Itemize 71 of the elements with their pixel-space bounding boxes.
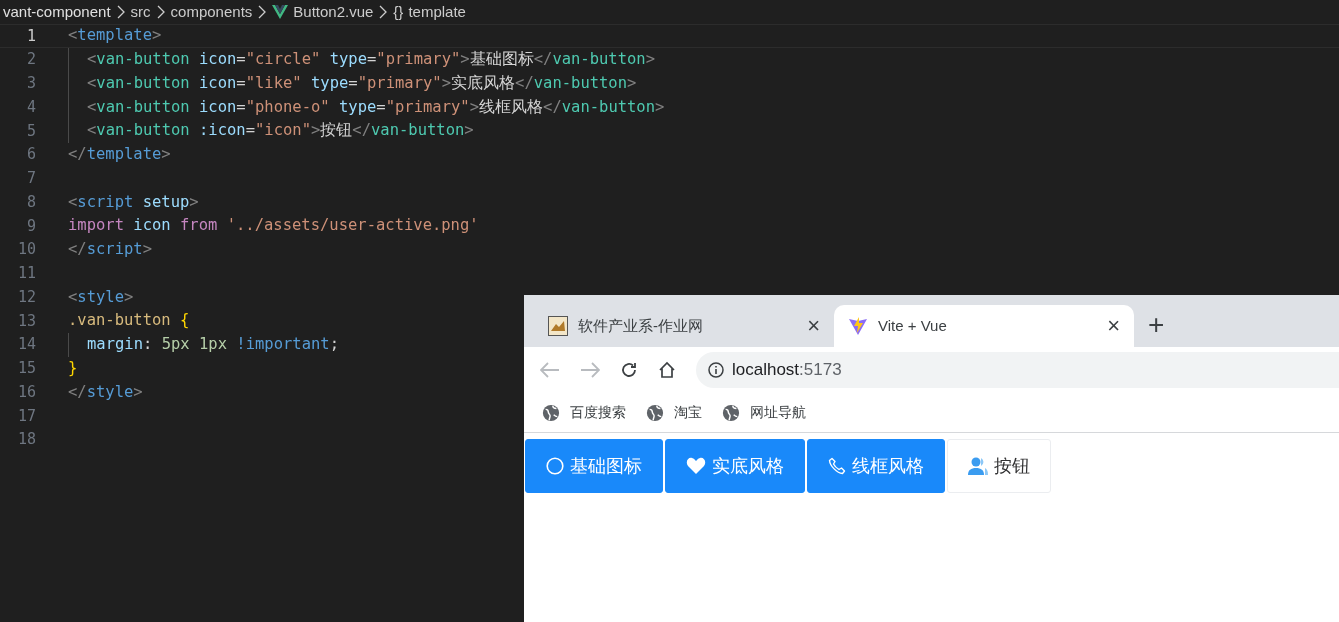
code-line: import icon from '../assets/user-active.png' (68, 215, 479, 237)
line-number: 7 (25, 168, 36, 190)
browser-tab[interactable]: 软件产业系-作业网 × (534, 305, 834, 347)
line-number: 18 (16, 429, 36, 451)
close-button[interactable]: × (807, 315, 820, 337)
circle-icon (546, 457, 564, 475)
bookmark-link[interactable]: 百度搜索 (570, 402, 626, 423)
breadcrumb-item[interactable]: vant-component (3, 0, 111, 24)
globe-icon (542, 403, 560, 422)
line-number: 11 (16, 263, 36, 285)
url-text: localhost:5173 (732, 359, 842, 382)
home-icon[interactable] (658, 361, 676, 379)
icon-button[interactable]: 线框风格 (807, 439, 945, 493)
phone-icon (828, 457, 846, 475)
tab-title: Vite + Vue (878, 315, 948, 336)
line-number: 12 (16, 286, 36, 308)
code-line: <style> (68, 286, 134, 308)
braces-icon: {} (393, 0, 404, 24)
user-icon (968, 457, 988, 475)
line-number: 6 (25, 144, 36, 166)
code-line: </script> (68, 239, 152, 260)
code-line: <van-button icon="circle" type="primary">基础图标</van-button> (68, 47, 656, 72)
code-line: <van-button icon="like" type="primary">实底风格</van-button> (68, 71, 637, 96)
code-line: </template> (68, 144, 171, 165)
line-number: 3 (25, 73, 36, 95)
breadcrumb-item[interactable]: src (130, 0, 151, 24)
code-line: <script setup> (68, 191, 199, 213)
globe-icon (722, 403, 740, 422)
chevron-icon (116, 5, 125, 19)
line-number: 1 (25, 25, 36, 47)
line-number: 17 (16, 405, 36, 427)
line-number: 14 (16, 334, 36, 356)
line-number: 16 (16, 381, 36, 403)
reload-icon[interactable] (620, 361, 638, 379)
chevron-icon (156, 5, 165, 19)
code-line: } (68, 357, 78, 379)
code-line: </style> (68, 381, 143, 403)
line-number: 9 (25, 215, 36, 237)
line-number: 13 (16, 310, 36, 332)
code-line: <template> (68, 25, 162, 47)
line-number: 5 (25, 120, 36, 142)
line-number: 10 (16, 239, 36, 261)
chevron-icon (258, 5, 267, 19)
heart-icon (686, 457, 706, 475)
line-number: 4 (25, 96, 36, 118)
breadcrumb-item[interactable]: components (170, 0, 253, 24)
bookmark-link[interactable]: 网址导航 (750, 402, 806, 423)
icon-button[interactable]: 按钮 (947, 439, 1051, 493)
favicon (548, 316, 568, 336)
vite-logo-icon (848, 316, 868, 336)
icon-button[interactable]: 实底风格 (665, 439, 805, 493)
close-button[interactable]: × (1107, 315, 1120, 337)
new-tab-button[interactable]: + (1148, 311, 1165, 339)
code-line: margin: 5px 1px !important; (68, 332, 339, 357)
info-icon (708, 362, 724, 378)
line-number: 15 (16, 358, 36, 380)
line-number: 2 (25, 49, 36, 71)
code-line: .van-button { (68, 310, 190, 332)
address-bar[interactable]: localhost:5173 (696, 352, 1339, 388)
globe-icon (646, 403, 664, 422)
code-line: <van-button icon="phone-o" type="primary">线框风格</van-button> (68, 95, 665, 119)
breadcrumb-item[interactable]: template (408, 0, 466, 24)
line-number: 8 (25, 191, 36, 213)
tab-title: 软件产业系-作业网 (578, 315, 704, 336)
bookmark-link[interactable]: 淘宝 (674, 402, 702, 423)
chevron-icon (379, 5, 388, 19)
browser-tab[interactable]: Vite + Vue × (834, 305, 1134, 347)
icon-button[interactable]: 基础图标 (525, 439, 663, 493)
code-line: <van-button :icon="icon">按钮</van-button> (68, 119, 474, 143)
breadcrumb-item[interactable]: Button2.vue (293, 0, 374, 24)
vue-logo-icon (272, 5, 289, 19)
